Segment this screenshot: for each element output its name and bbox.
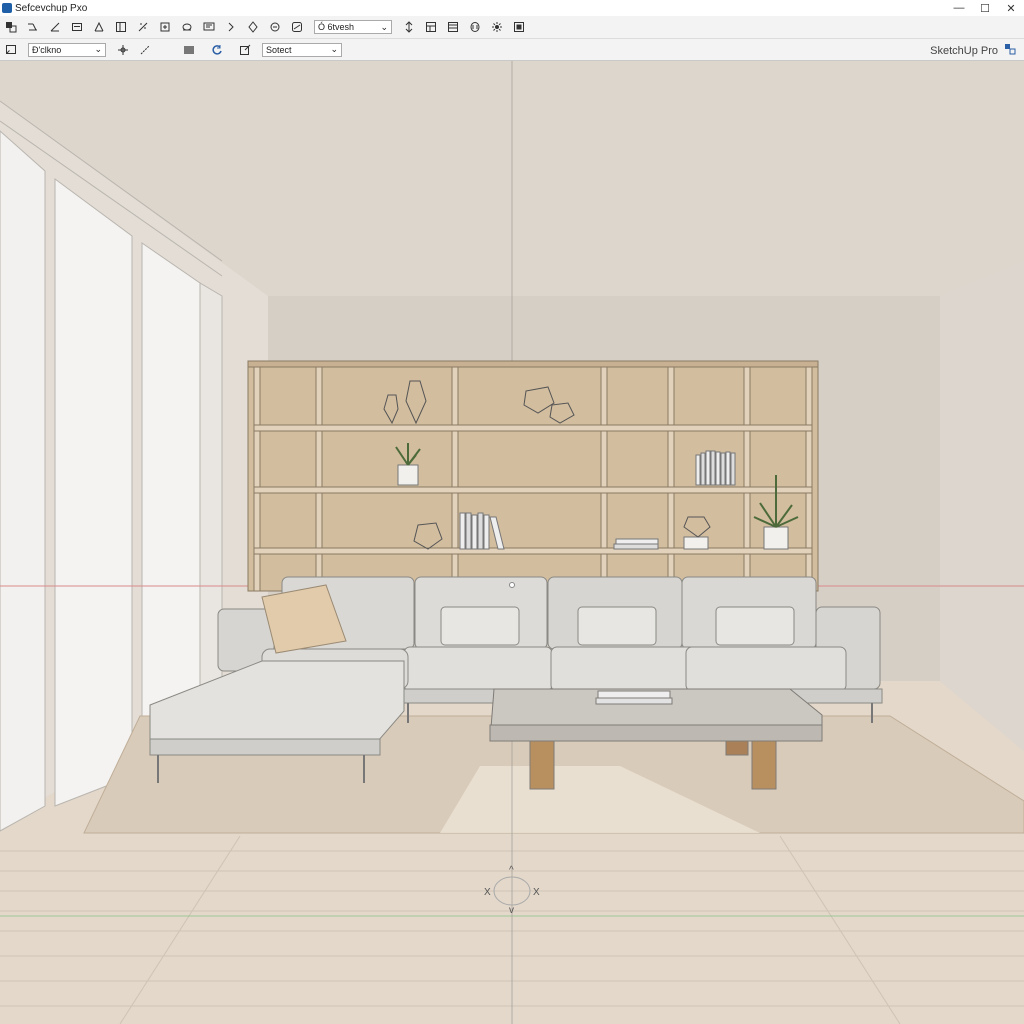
axis-label-bottom: v: [509, 905, 514, 916]
text-tool-icon[interactable]: [202, 20, 216, 34]
close-button[interactable]: ✕: [998, 0, 1024, 16]
tape-tool-icon[interactable]: [136, 20, 150, 34]
chevron-down-icon: ⌄: [330, 44, 338, 54]
search-dropdown-value: Ó 6tvesh: [318, 22, 355, 32]
sketchup-logo-icon: [1004, 43, 1016, 58]
material-swatch-icon[interactable]: [182, 43, 196, 57]
app-icon: [2, 3, 12, 13]
orbit-tool-icon[interactable]: [246, 20, 260, 34]
maximize-button[interactable]: ☐: [972, 0, 998, 16]
model-viewport[interactable]: ^ X X v: [0, 61, 1024, 1024]
rectangle-tool-icon[interactable]: [70, 20, 84, 34]
section-tool-icon[interactable]: [4, 43, 18, 57]
frame-tool-icon[interactable]: [114, 20, 128, 34]
arc-tool-icon[interactable]: [92, 20, 106, 34]
scenes-tool-icon[interactable]: [512, 20, 526, 34]
move-tool-icon[interactable]: [402, 20, 416, 34]
zoom-tool-icon[interactable]: [290, 20, 304, 34]
chevron-down-icon: ⌄: [94, 44, 102, 54]
guide-tool-icon[interactable]: [138, 43, 152, 57]
sun-tool-icon[interactable]: [490, 20, 504, 34]
right-wall: [940, 261, 1024, 751]
table-tool-icon[interactable]: [446, 20, 460, 34]
main-toolbar: Ó 6tvesh ⌄: [0, 16, 1024, 39]
minimize-button[interactable]: —: [946, 0, 972, 16]
layers-tool-icon[interactable]: [468, 20, 482, 34]
push-pull-tool-icon[interactable]: [158, 20, 172, 34]
sync-icon[interactable]: [210, 43, 224, 57]
component-tool-icon[interactable]: [424, 20, 438, 34]
style-dropdown-value: Ð'clkno: [32, 44, 62, 55]
title-bar: Sefcevchup Pxo — ☐ ✕: [0, 0, 1024, 16]
line-tool-icon[interactable]: [48, 20, 62, 34]
chevron-down-icon: ⌄: [380, 21, 388, 32]
export-tool-icon[interactable]: [238, 43, 252, 57]
axis-label-top: ^: [509, 865, 514, 876]
bookshelf[interactable]: [247, 360, 819, 592]
window-title: Sefcevchup Pxo: [15, 2, 88, 14]
brand: SketchUp Pro: [930, 43, 1016, 58]
eraser-tool-icon[interactable]: [26, 20, 40, 34]
select-tool-icon[interactable]: [4, 20, 18, 34]
secondary-toolbar: Ð'clkno ⌄ Sotect ⌄: [0, 39, 1024, 61]
style-dropdown[interactable]: Ð'clkno ⌄: [28, 42, 106, 57]
inference-point: [509, 582, 515, 588]
select-dropdown[interactable]: Sotect ⌄: [262, 42, 342, 57]
axis-label-left: X: [484, 887, 491, 898]
window-controls: — ☐ ✕: [946, 0, 1024, 16]
chevron-right-icon[interactable]: [224, 20, 238, 34]
pan-tool-icon[interactable]: [268, 20, 282, 34]
axis-label-right: X: [533, 887, 540, 898]
brand-label: SketchUp Pro: [930, 44, 998, 57]
select-dropdown-value: Sotect: [266, 44, 292, 55]
search-dropdown[interactable]: Ó 6tvesh ⌄: [314, 20, 392, 34]
paint-tool-icon[interactable]: [180, 20, 194, 34]
axes-tool-icon[interactable]: [116, 43, 130, 57]
